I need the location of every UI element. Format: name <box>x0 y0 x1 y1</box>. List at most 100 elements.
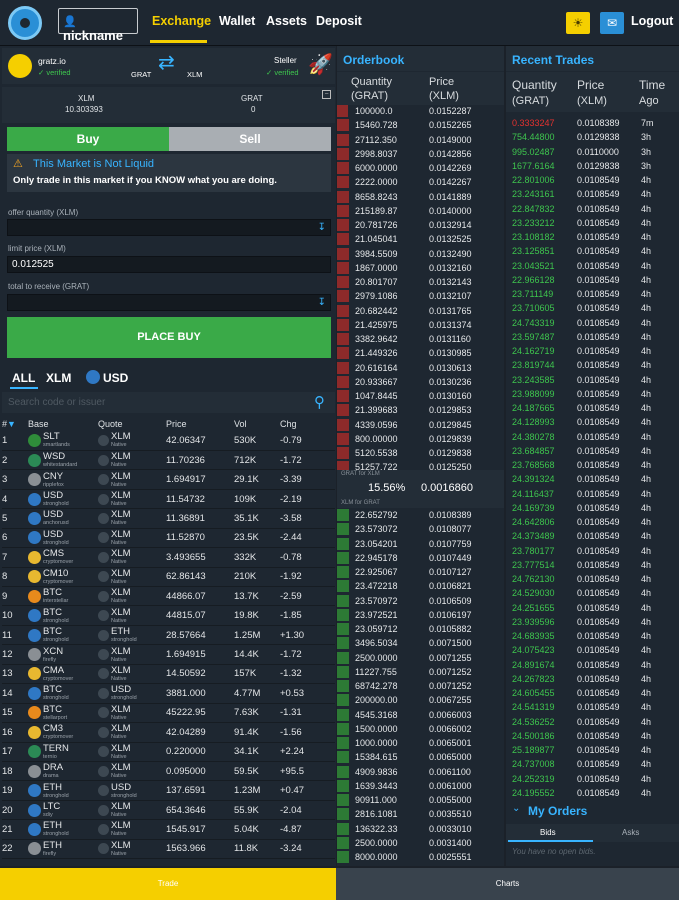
table-row[interactable]: 2 WSD whitestandard XLM Native 11.70236 712K -1… <box>2 450 335 471</box>
col-price[interactable]: Price <box>166 416 234 431</box>
limit-price-input[interactable]: 0.012525 <box>7 256 331 273</box>
bid-row[interactable]: 15384.615 0.0065000 <box>337 750 504 764</box>
table-row[interactable]: 13 CMA cryptomover XLM Native 14.50592 157K -1.… <box>2 664 335 685</box>
total-receive-input[interactable]: ↧ <box>7 294 331 311</box>
table-row[interactable]: 12 XCN firefly XLM Native 1.694915 14.4K -1.72 <box>2 644 335 665</box>
bid-row[interactable]: 23.570972 0.0106509 <box>337 594 504 608</box>
bid-row[interactable]: 200000.00 0.0067255 <box>337 693 504 707</box>
ask-row[interactable]: 20.801707 0.0132143 <box>337 275 504 289</box>
bid-row[interactable]: 4909.9836 0.0061100 <box>337 765 504 779</box>
chat-icon[interactable]: ✉ <box>600 12 624 34</box>
bid-row[interactable]: 2500.0000 0.0031400 <box>337 836 504 850</box>
sell-tab[interactable]: Sell <box>169 127 331 151</box>
bid-row[interactable]: 23.972521 0.0106197 <box>337 608 504 622</box>
bid-row[interactable]: 1500.0000 0.0066002 <box>337 722 504 736</box>
bid-row[interactable]: 22.925067 0.0107127 <box>337 565 504 579</box>
col-base[interactable]: Base <box>28 416 98 431</box>
table-row[interactable]: 5 USD anchorusd XLM Native 11.36891 35.1K -3.58 <box>2 508 335 529</box>
ask-row[interactable]: 6000.0000 0.0142269 <box>337 161 504 175</box>
col-rank[interactable]: #▼ <box>2 416 28 431</box>
table-row[interactable]: 14 BTC stronghold USD stronghold 3881.000 4.77… <box>2 683 335 704</box>
table-row[interactable]: 8 CM10 cryptomover XLM Native 62.86143 210K -1.… <box>2 567 335 588</box>
ask-row[interactable]: 27112.350 0.0149000 <box>337 133 504 147</box>
ask-row[interactable]: 2998.8037 0.0142856 <box>337 147 504 161</box>
ask-row[interactable]: 21.425975 0.0131374 <box>337 318 504 332</box>
bid-row[interactable]: 11227.755 0.0071252 <box>337 665 504 679</box>
table-row[interactable]: 7 CMS cryptomover XLM Native 3.493655 332K -0.7… <box>2 547 335 568</box>
table-row[interactable]: 22 ETH firefly XLM Native 1563.966 11.8K -3.24 <box>2 839 335 860</box>
offer-quantity-input[interactable]: ↧ <box>7 219 331 236</box>
max-icon[interactable]: ↧ <box>318 222 326 233</box>
bid-row[interactable]: 22.945178 0.0107449 <box>337 551 504 565</box>
table-row[interactable]: 16 CM3 cryptomover XLM Native 42.04289 91.4K -1… <box>2 722 335 743</box>
collapse-icon[interactable]: − <box>322 90 331 99</box>
search-input[interactable]: Search code or issuer ⚲ <box>2 392 335 413</box>
filter-all[interactable]: ALL <box>12 371 35 385</box>
bid-row[interactable]: 2500.0000 0.0071255 <box>337 651 504 665</box>
table-row[interactable]: 11 BTC stronghold ETH stronghold 28.57664 1.25… <box>2 625 335 646</box>
swap-icon[interactable]: ⇄ <box>158 50 175 75</box>
bid-row[interactable]: 2816.1081 0.0035510 <box>337 807 504 821</box>
col-quote[interactable]: Quote <box>98 416 166 431</box>
ask-row[interactable]: 215189.87 0.0140000 <box>337 204 504 218</box>
bid-row[interactable]: 1639.3443 0.0061000 <box>337 779 504 793</box>
footer-trade-tab[interactable]: Trade <box>0 868 336 900</box>
bid-row[interactable]: 90911.000 0.0055000 <box>337 793 504 807</box>
ask-row[interactable]: 21.045041 0.0132525 <box>337 232 504 246</box>
sun-icon[interactable]: ☀ <box>566 12 590 34</box>
bid-row[interactable]: 4545.3168 0.0066003 <box>337 708 504 722</box>
table-row[interactable]: 17 TERN ternio XLM Native 0.220000 34.1K +2.24 <box>2 742 335 762</box>
table-row[interactable]: 21 ETH stronghold XLM Native 1545.917 5.04K -4.… <box>2 819 335 840</box>
ask-row[interactable]: 21.399683 0.0129853 <box>337 403 504 417</box>
bid-row[interactable]: 23.054201 0.0107759 <box>337 537 504 551</box>
table-row[interactable]: 10 BTC stronghold XLM Native 44815.07 19.8K -1.… <box>2 605 335 626</box>
buy-tab[interactable]: Buy <box>7 127 169 151</box>
tab-asks[interactable]: Asks <box>622 828 639 837</box>
max-icon[interactable]: ↧ <box>318 297 326 308</box>
ask-row[interactable]: 2222.0000 0.0142267 <box>337 175 504 189</box>
bid-row[interactable]: 1000.0000 0.0065001 <box>337 736 504 750</box>
chevron-down-icon[interactable]: ⌄ <box>512 803 520 814</box>
ask-row[interactable]: 20.616164 0.0130613 <box>337 361 504 375</box>
table-row[interactable]: 15 BTC stellarport XLM Native 45222.95 7.63K -1… <box>2 703 335 724</box>
col-chg[interactable]: Chg <box>280 416 335 431</box>
bid-row[interactable]: 22.652792 0.0108389 <box>337 508 504 522</box>
table-row[interactable]: 4 USD stronghold XLM Native 11.54732 109K -2.19 <box>2 489 335 510</box>
bid-row[interactable]: 136322.33 0.0033010 <box>337 822 504 836</box>
bid-row[interactable]: 23.573072 0.0108077 <box>337 522 504 536</box>
bid-row[interactable]: 68742.278 0.0071252 <box>337 679 504 693</box>
search-icon[interactable]: ⚲ <box>314 393 325 411</box>
ask-row[interactable]: 1867.0000 0.0132160 <box>337 261 504 275</box>
logo-icon[interactable] <box>8 6 42 40</box>
logout-button[interactable]: Logout <box>631 14 673 28</box>
ask-row[interactable]: 20.933667 0.0130236 <box>337 375 504 389</box>
nickname-button[interactable]: 👤 nickname <box>58 8 138 43</box>
table-row[interactable]: 1 SLT smartlands XLM Native 42.06347 530K -0.79 <box>2 431 335 451</box>
bid-row[interactable]: 3496.5034 0.0071500 <box>337 636 504 650</box>
ask-row[interactable]: 8658.8243 0.0141889 <box>337 190 504 204</box>
ask-row[interactable]: 21.449326 0.0130985 <box>337 346 504 360</box>
footer-charts-tab[interactable]: Charts <box>336 868 679 900</box>
ask-row[interactable]: 20.781726 0.0132914 <box>337 218 504 232</box>
bid-row[interactable]: 23.472218 0.0106821 <box>337 579 504 593</box>
filter-usd[interactable]: USD <box>103 371 128 385</box>
ask-row[interactable]: 20.682442 0.0131765 <box>337 304 504 318</box>
ask-row[interactable]: 3984.5509 0.0132490 <box>337 247 504 261</box>
place-buy-button[interactable]: PLACE BUY <box>7 317 331 358</box>
table-row[interactable]: 20 LTC sdiy XLM Native 654.3646 55.9K -2.04 <box>2 800 335 821</box>
nav-assets[interactable]: Assets <box>266 14 307 28</box>
table-row[interactable]: 18 DRA drama XLM Native 0.095000 59.5K +95.5 <box>2 761 335 782</box>
ask-row[interactable]: 2979.1086 0.0132107 <box>337 289 504 303</box>
nav-wallet[interactable]: Wallet <box>219 14 255 28</box>
ask-row[interactable]: 3382.9642 0.0131160 <box>337 332 504 346</box>
filter-xlm[interactable]: XLM <box>46 371 71 385</box>
ask-row[interactable]: 800.00000 0.0129839 <box>337 432 504 446</box>
bid-row[interactable]: 8000.0000 0.0025551 <box>337 850 504 864</box>
table-row[interactable]: 6 USD stronghold XLM Native 11.52870 23.5K -2.4… <box>2 528 335 549</box>
ask-row[interactable]: 4339.0596 0.0129845 <box>337 418 504 432</box>
ask-row[interactable]: 1047.8445 0.0130160 <box>337 389 504 403</box>
ask-row[interactable]: 100000.0 0.0152287 <box>337 104 504 118</box>
ask-row[interactable]: 5120.5538 0.0129838 <box>337 446 504 460</box>
tab-bids[interactable]: Bids <box>540 828 556 837</box>
table-row[interactable]: 9 BTC interstellar XLM Native 44866.07 13.7K -2… <box>2 586 335 607</box>
